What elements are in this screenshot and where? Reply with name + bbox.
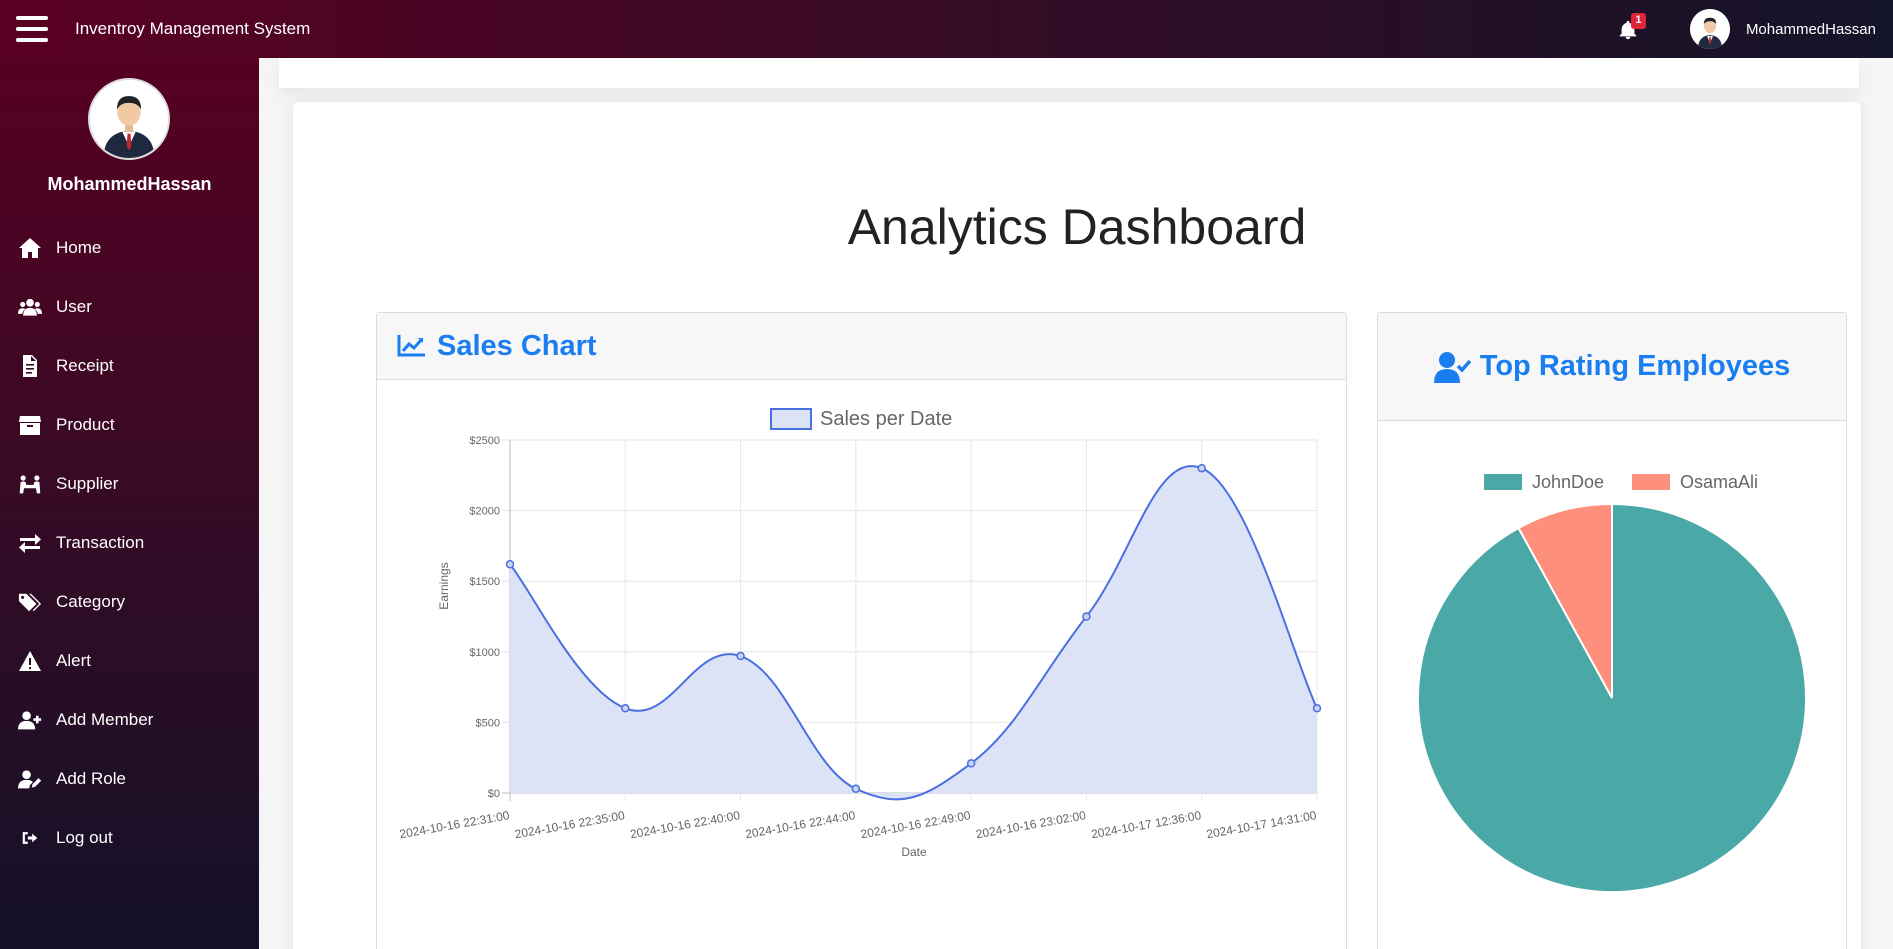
y-tick-label: $500 — [476, 717, 500, 729]
sidebar-item-user[interactable]: User — [0, 277, 259, 336]
chart-area — [509, 465, 1318, 801]
employees-pie-chart: JohnDoe OsamaAli — [1417, 472, 1807, 893]
data-point[interactable] — [851, 784, 861, 794]
sidebar-item-supplier[interactable]: Supplier — [0, 454, 259, 513]
sidebar-item-add-role[interactable]: Add Role — [0, 749, 259, 808]
sidebar-item-alert[interactable]: Alert — [0, 631, 259, 690]
warning-icon — [16, 649, 44, 673]
pie-legend-swatch — [1632, 474, 1670, 490]
pie-legend-label: OsamaAli — [1680, 472, 1758, 492]
data-point[interactable] — [1312, 704, 1322, 713]
sidebar-item-label: Log out — [56, 827, 113, 847]
x-tick-label: 2024-10-16 22:44:00 — [744, 808, 856, 841]
sales-line-chart: Sales per Date $0 $500 $1000 $1500 $2000 $250… — [398, 408, 1322, 859]
supplier-icon — [16, 472, 44, 496]
y-tick-label: $2500 — [469, 435, 500, 447]
pie-legend-label: JohnDoe — [1532, 472, 1604, 492]
home-icon — [16, 236, 44, 260]
chart-line-icon — [397, 335, 425, 357]
page-title: Analytics Dashboard — [847, 199, 1307, 255]
y-tick-label: $2000 — [469, 506, 500, 518]
sidebar-item-label: Alert — [56, 650, 91, 670]
sidebar-item-logout[interactable]: Log out — [0, 808, 259, 867]
sidebar: MohammedHassan Home User Receipt Product… — [0, 58, 259, 949]
top-username[interactable]: MohammedHassan — [1746, 21, 1876, 38]
pie-legend-item[interactable]: OsamaAli — [1632, 472, 1758, 492]
pie-legend-swatch — [1484, 474, 1522, 490]
sales-chart-header: Sales Chart — [377, 313, 1346, 380]
y-axis-ticks: $0 $500 $1000 $1500 $2000 $2500 — [469, 435, 500, 800]
hamburger-menu-icon[interactable] — [16, 16, 48, 42]
sidebar-item-transaction[interactable]: Transaction — [0, 513, 259, 572]
sidebar-item-label: Supplier — [56, 473, 119, 493]
sidebar-item-label: Product — [56, 414, 115, 434]
top-employees-panel: Top Rating Employees JohnDoe OsamaAli — [1377, 312, 1847, 949]
data-point[interactable] — [1197, 463, 1206, 473]
series-area-sales — [510, 466, 1317, 800]
pie-slices — [1417, 502, 1807, 893]
legend-swatch-sales — [770, 408, 812, 430]
sidebar-item-label: User — [56, 296, 92, 316]
pie-legend-item[interactable]: JohnDoe — [1484, 472, 1604, 492]
x-tick-label: 2024-10-16 22:31:00 — [398, 808, 510, 841]
data-point[interactable] — [736, 651, 745, 661]
sidebar-item-receipt[interactable]: Receipt — [0, 336, 259, 395]
sidebar-item-product[interactable]: Product — [0, 395, 259, 454]
top-navbar: Inventroy Management System 1 MohammedHa… — [0, 0, 1893, 58]
sidebar-item-label: Add Role — [56, 768, 126, 788]
exchange-icon — [16, 531, 44, 555]
tags-icon — [16, 590, 44, 614]
sign-out-icon — [16, 826, 44, 850]
sidebar-item-label: Category — [56, 591, 125, 611]
sidebar-menu: Home User Receipt Product Supplier Trans… — [0, 218, 259, 867]
x-tick-label: 2024-10-16 22:40:00 — [629, 808, 741, 841]
top-strip — [279, 58, 1859, 88]
x-axis-label: Date — [901, 845, 927, 859]
x-tick-label: 2024-10-16 22:35:00 — [514, 808, 626, 841]
data-point[interactable] — [621, 704, 630, 713]
app-title: Inventroy Management System — [75, 19, 311, 38]
main-content: Analytics Dashboard Sales Chart Sales pe… — [259, 58, 1893, 949]
x-tick-label: 2024-10-17 14:31:00 — [1205, 808, 1317, 841]
receipt-icon — [16, 354, 44, 378]
users-icon — [16, 295, 44, 319]
top-employees-title: Top Rating Employees — [1479, 350, 1791, 382]
sidebar-username: MohammedHassan — [47, 174, 212, 194]
sidebar-avatar — [88, 78, 170, 160]
legend-label-sales: Sales per Date — [820, 408, 952, 430]
pie-legend: JohnDoe OsamaAli — [1484, 472, 1758, 492]
data-point[interactable] — [505, 560, 515, 569]
x-axis-ticks: 2024-10-16 22:31:00 2024-10-16 22:35:00 20… — [398, 808, 1317, 841]
data-point[interactable] — [966, 759, 976, 768]
x-tick-label: 2024-10-17 12:36:00 — [1090, 808, 1202, 841]
sales-chart-title: Sales Chart — [437, 329, 597, 362]
user-edit-icon — [16, 767, 44, 791]
top-employees-header: Top Rating Employees — [1378, 313, 1846, 421]
box-icon — [16, 413, 44, 437]
y-tick-label: $0 — [488, 788, 500, 800]
sales-chart-panel: Sales Chart Sales per Date $0 $500 $1000 $1… — [376, 312, 1347, 949]
sidebar-item-label: Receipt — [56, 355, 114, 375]
dashboard-card: Analytics Dashboard Sales Chart Sales pe… — [293, 102, 1861, 949]
notification-count-badge: 1 — [1630, 13, 1646, 29]
sidebar-item-label: Transaction — [56, 532, 145, 552]
x-tick-label: 2024-10-16 23:02:00 — [975, 808, 1087, 841]
sidebar-item-category[interactable]: Category — [0, 572, 259, 631]
notification-bell-icon[interactable]: 1 — [1617, 13, 1646, 43]
user-check-icon — [1433, 351, 1472, 383]
sidebar-item-label: Add Member — [56, 709, 154, 729]
sidebar-item-add-member[interactable]: Add Member — [0, 690, 259, 749]
user-plus-icon — [16, 708, 44, 732]
user-avatar[interactable] — [1689, 9, 1730, 49]
y-tick-label: $1000 — [469, 647, 500, 659]
y-tick-label: $1500 — [469, 576, 500, 588]
sidebar-item-home[interactable]: Home — [0, 218, 259, 277]
chart-legend[interactable]: Sales per Date — [770, 408, 952, 430]
x-tick-label: 2024-10-16 22:49:00 — [859, 808, 971, 841]
y-axis-label: Earnings — [437, 562, 451, 609]
data-point[interactable] — [1082, 612, 1091, 621]
sidebar-item-label: Home — [56, 237, 102, 257]
